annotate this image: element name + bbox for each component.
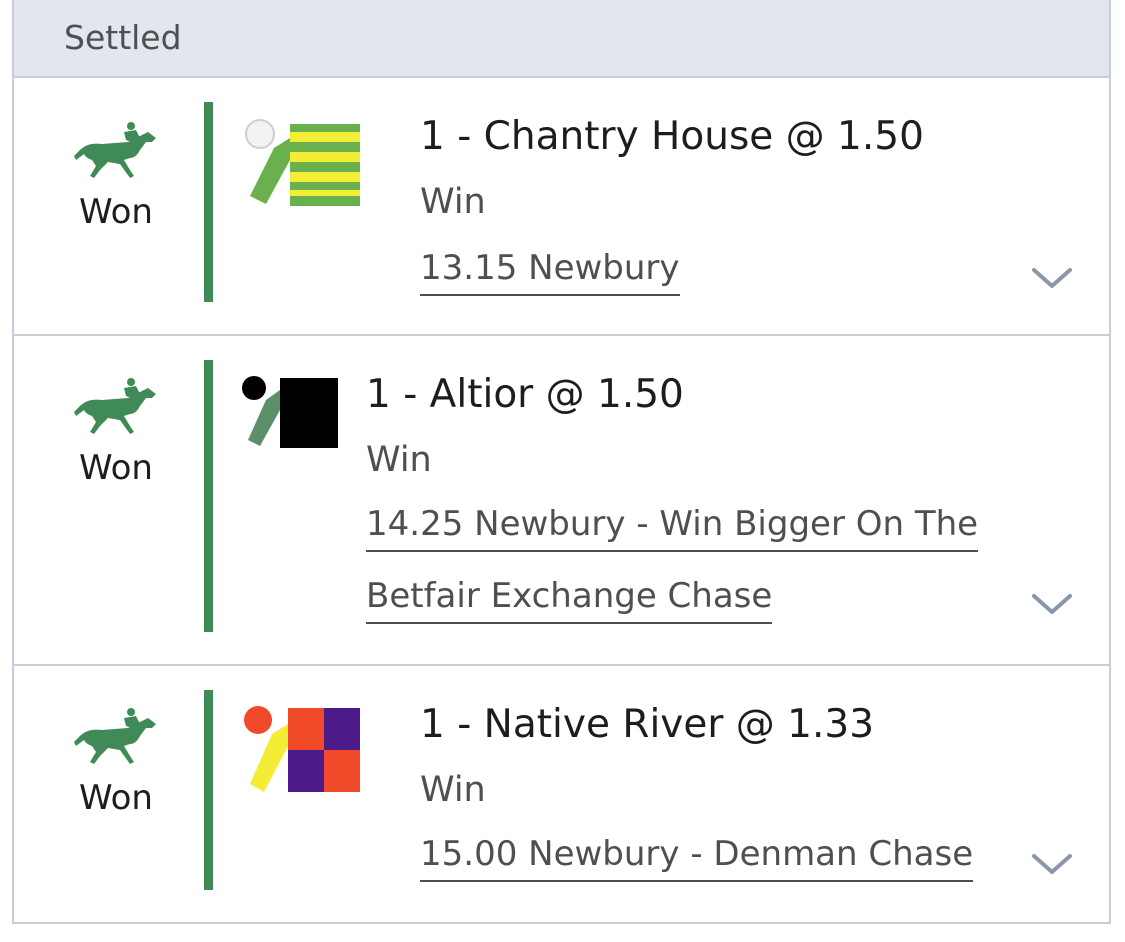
racehorse-icon (74, 708, 156, 764)
chevron-down-icon[interactable] (1030, 590, 1074, 618)
bet-status: Won (68, 120, 164, 232)
market-name: Win (366, 440, 432, 480)
settled-bets-panel: Settled Won 1 - Chantry House @ 1.50 Win… (12, 0, 1111, 924)
status-divider (204, 102, 213, 302)
selection-name: 1 - Native River @ 1.33 (420, 702, 875, 747)
status-label: Won (79, 778, 153, 818)
jockey-silks-green-yellow-icon (240, 118, 362, 208)
status-divider (204, 690, 213, 890)
event-link[interactable]: 15.00 Newbury - Denman Chase (420, 836, 974, 882)
event-link[interactable]: 14.25 Newbury - Win Bigger On The (366, 506, 979, 552)
market-name: Win (420, 182, 486, 222)
event-link[interactable]: Betfair Exchange Chase (366, 578, 773, 624)
racehorse-icon (74, 122, 156, 178)
status-label: Won (79, 448, 153, 488)
market-name: Win (420, 770, 486, 810)
selection-name: 1 - Chantry House @ 1.50 (420, 114, 924, 159)
event-link[interactable]: 13.15 Newbury (420, 250, 680, 296)
status-label: Won (79, 192, 153, 232)
jockey-silks-purple-red-icon (240, 706, 362, 794)
status-divider (204, 360, 213, 632)
selection-name: 1 - Altior @ 1.50 (366, 372, 684, 417)
bet-card[interactable]: Won 1 - Altior @ 1.50 Win 14.25 Newbury … (14, 336, 1109, 666)
jockey-silks-black-icon (240, 376, 340, 448)
section-header: Settled (14, 0, 1109, 78)
racehorse-icon (74, 378, 156, 434)
bet-card[interactable]: Won 1 - Native River @ 1.33 Win 15.00 Ne… (14, 666, 1109, 924)
chevron-down-icon[interactable] (1030, 850, 1074, 878)
section-title: Settled (64, 18, 182, 57)
bet-card[interactable]: Won 1 - Chantry House @ 1.50 Win 13.15 N… (14, 78, 1109, 336)
chevron-down-icon[interactable] (1030, 264, 1074, 292)
bet-status: Won (68, 706, 164, 818)
bet-status: Won (68, 376, 164, 488)
